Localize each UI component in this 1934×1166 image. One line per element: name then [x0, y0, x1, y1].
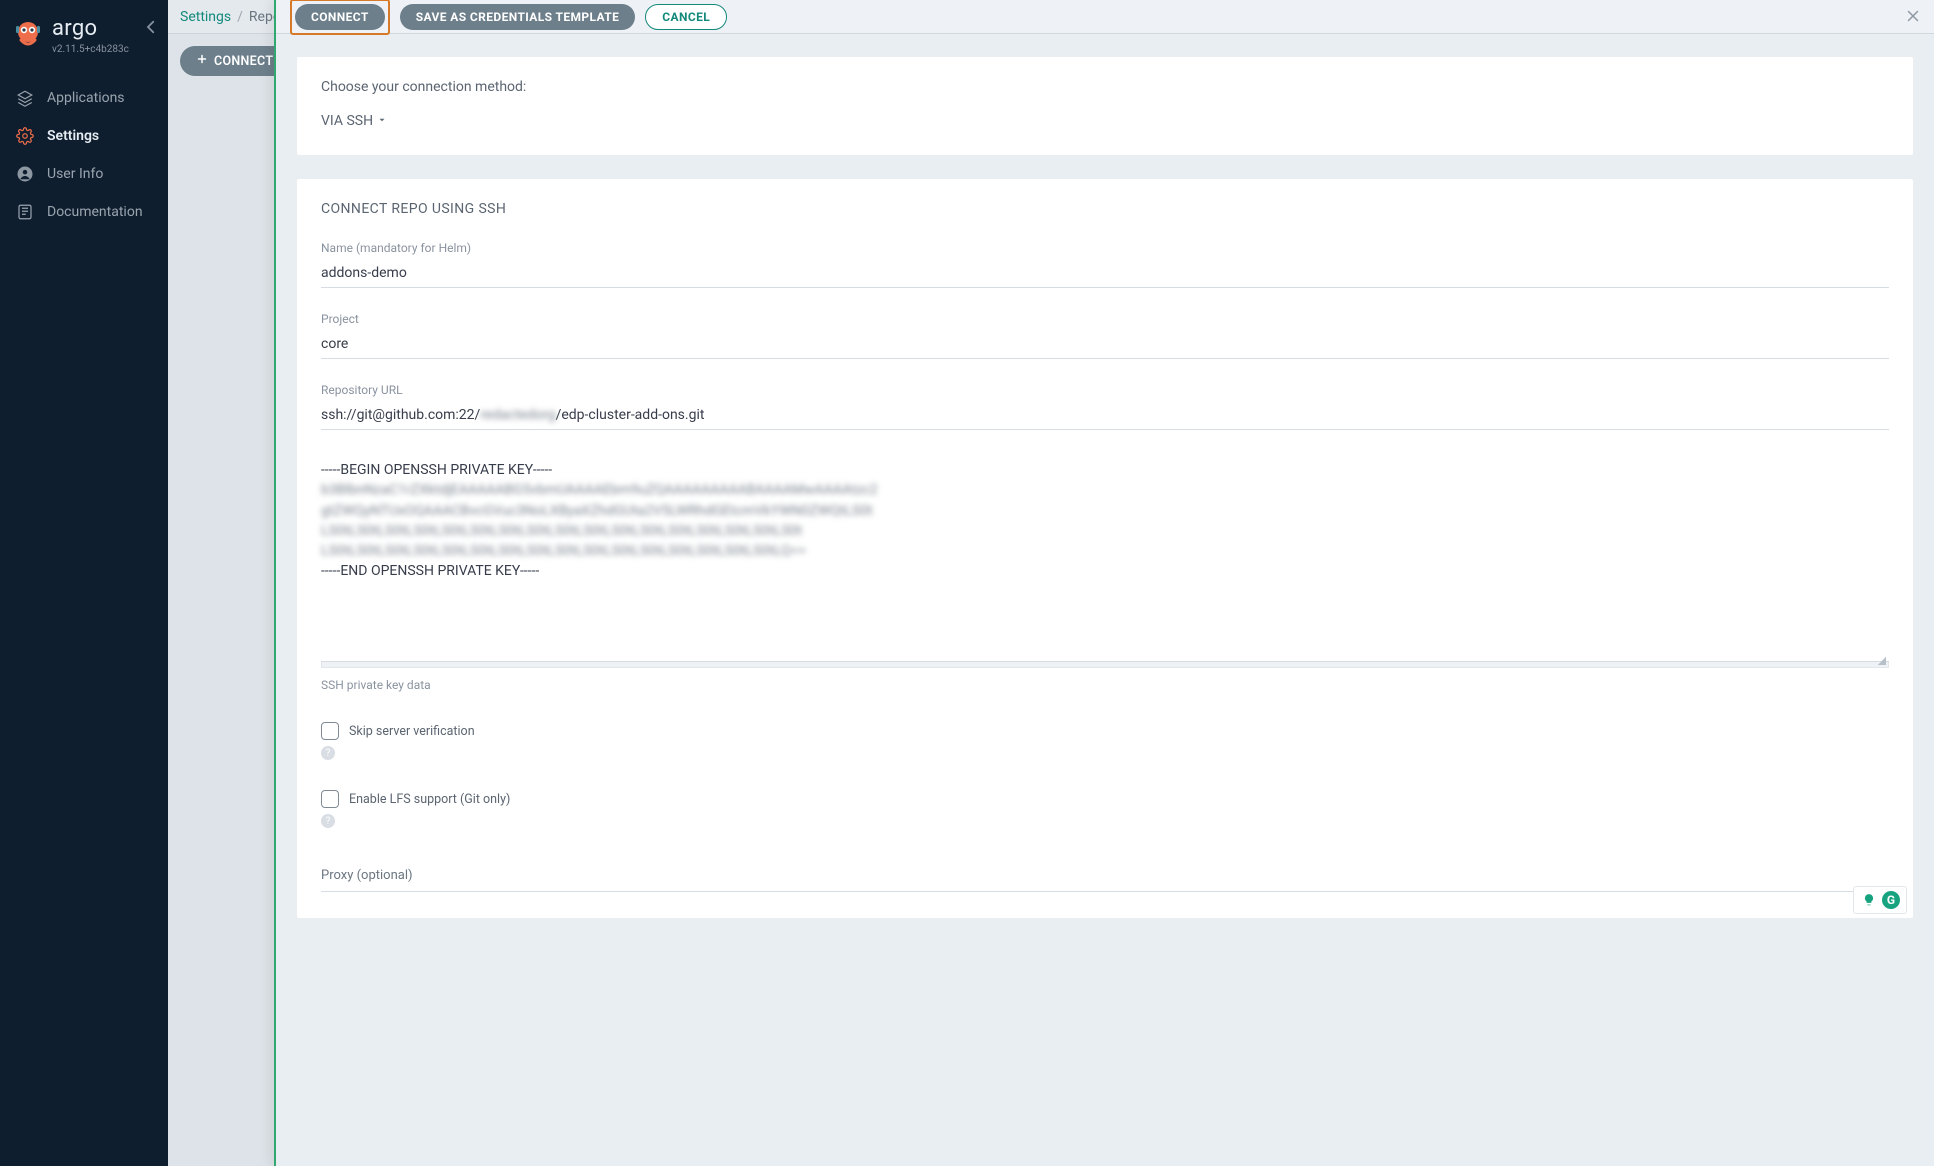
sidebar: argo v2.11.5+c4b283c Applications Settin…	[0, 0, 168, 1166]
repo-url-input[interactable]: ssh://git@github.com:22/ redactedorg /ed…	[321, 403, 1889, 430]
brand-text: argo v2.11.5+c4b283c	[52, 18, 129, 55]
repo-url-redacted: redactedorg	[480, 407, 555, 423]
sidebar-item-label: Settings	[47, 128, 99, 144]
repo-url-suffix: /edp-cluster-add-ons.git	[556, 407, 705, 423]
sidebar-collapse-icon[interactable]	[142, 18, 160, 40]
sidebar-item-user-info[interactable]: User Info	[0, 155, 168, 193]
ssh-key-body-redacted: b3BlbnNzaC1rZXktdjEAAAAABG5vbmUAAAAEbm9u…	[321, 480, 1889, 561]
sidebar-item-settings[interactable]: Settings	[0, 117, 168, 155]
brand-logo: argo v2.11.5+c4b283c	[12, 18, 129, 55]
connect-repo-panel: CONNECT SAVE AS CREDENTIALS TEMPLATE CAN…	[274, 0, 1934, 1166]
repo-url-prefix: ssh://git@github.com:22/	[321, 407, 480, 423]
ssh-key-begin: -----BEGIN OPENSSH PRIVATE KEY-----	[321, 460, 1889, 480]
project-input[interactable]	[321, 332, 1889, 359]
connection-method-card: Choose your connection method: VIA SSH	[296, 56, 1914, 156]
sidebar-item-label: Documentation	[47, 204, 143, 220]
project-field: Project	[321, 312, 1889, 359]
save-as-template-button[interactable]: SAVE AS CREDENTIALS TEMPLATE	[400, 4, 636, 30]
repo-url-field: Repository URL ssh://git@github.com:22/ …	[321, 383, 1889, 430]
ssh-key-footer-label: SSH private key data	[321, 678, 1889, 692]
user-icon	[15, 165, 35, 183]
book-icon	[15, 203, 35, 221]
enable-lfs-checkbox[interactable]	[321, 790, 339, 808]
sidebar-item-documentation[interactable]: Documentation	[0, 193, 168, 231]
ssh-key-textarea[interactable]: -----BEGIN OPENSSH PRIVATE KEY----- b3Bl…	[321, 460, 1889, 662]
breadcrumb-root[interactable]: Settings	[180, 9, 231, 25]
enable-lfs-label: Enable LFS support (Git only)	[349, 792, 510, 807]
cancel-button[interactable]: CANCEL	[645, 4, 727, 30]
caret-down-icon	[377, 113, 387, 129]
repo-url-label: Repository URL	[321, 383, 1889, 397]
connection-method-value: VIA SSH	[321, 113, 373, 129]
brand-version: v2.11.5+c4b283c	[52, 44, 129, 55]
sidebar-item-label: Applications	[47, 90, 125, 106]
skip-server-verification-row: Skip server verification	[321, 722, 1889, 740]
name-label: Name (mandatory for Helm)	[321, 241, 1889, 255]
stack-icon	[15, 89, 35, 107]
argo-logo-icon	[12, 18, 44, 50]
name-field: Name (mandatory for Helm)	[321, 241, 1889, 288]
ssh-key-end: -----END OPENSSH PRIVATE KEY-----	[321, 561, 1889, 581]
skip-server-verification-checkbox[interactable]	[321, 722, 339, 740]
enable-lfs-row: Enable LFS support (Git only)	[321, 790, 1889, 808]
help-icon[interactable]: ?	[321, 746, 335, 760]
skip-server-verification-label: Skip server verification	[349, 724, 475, 739]
content-area: Settings / Repositories CONNECT REPO CON…	[168, 0, 1934, 1166]
highlight-frame: CONNECT	[290, 0, 390, 35]
ssh-form-card: CONNECT REPO USING SSH Name (mandatory f…	[296, 178, 1914, 919]
ssh-key-field: -----BEGIN OPENSSH PRIVATE KEY----- b3Bl…	[321, 460, 1889, 692]
connection-method-prompt: Choose your connection method:	[321, 79, 1889, 95]
sidebar-item-label: User Info	[47, 166, 103, 182]
breadcrumb-separator: /	[237, 9, 243, 25]
proxy-input-underline[interactable]	[321, 891, 1889, 892]
connection-method-dropdown[interactable]: VIA SSH	[321, 113, 387, 129]
textarea-resize-handle[interactable]	[321, 662, 1889, 668]
sidebar-nav: Applications Settings User Info Document…	[0, 79, 168, 231]
brand-name: argo	[52, 18, 129, 40]
plus-icon	[196, 53, 208, 69]
form-section-title: CONNECT REPO USING SSH	[321, 201, 1889, 217]
panel-body[interactable]: Choose your connection method: VIA SSH C…	[276, 34, 1934, 1166]
grammar-badges: G	[1853, 886, 1907, 914]
project-label: Project	[321, 312, 1889, 326]
grammarly-icon[interactable]: G	[1882, 891, 1900, 909]
connect-button[interactable]: CONNECT	[295, 4, 385, 30]
sidebar-header: argo v2.11.5+c4b283c	[0, 10, 168, 69]
bulb-icon[interactable]	[1860, 891, 1878, 909]
sidebar-item-applications[interactable]: Applications	[0, 79, 168, 117]
proxy-label: Proxy (optional)	[321, 868, 1889, 883]
close-icon[interactable]	[1904, 7, 1922, 29]
help-icon[interactable]: ?	[321, 814, 335, 828]
name-input[interactable]	[321, 261, 1889, 288]
gear-icon	[15, 127, 35, 145]
panel-action-bar: CONNECT SAVE AS CREDENTIALS TEMPLATE CAN…	[276, 0, 1934, 34]
